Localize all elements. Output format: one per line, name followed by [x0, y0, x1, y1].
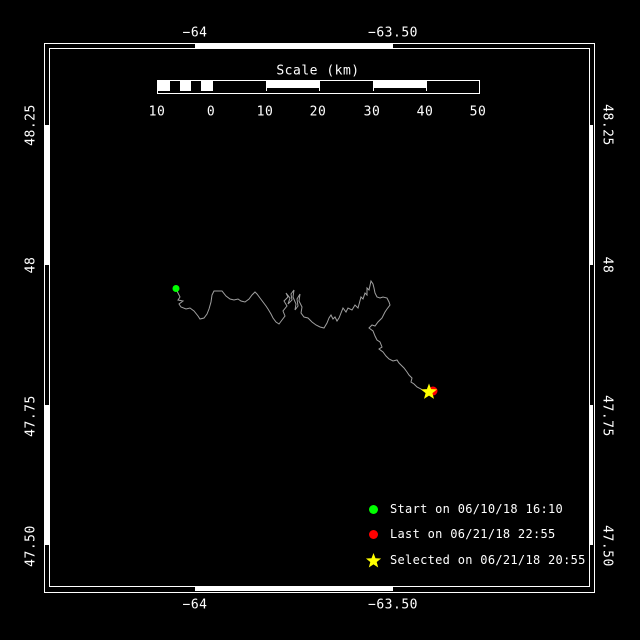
legend-item-start: Start on 06/10/18 16:10	[365, 501, 563, 517]
track-path	[175, 279, 429, 393]
last-legend-icon	[365, 526, 381, 542]
legend-star-shape	[365, 552, 381, 567]
start-legend-icon	[365, 501, 381, 517]
legend-last-label: Last on 06/21/18 22:55	[390, 527, 556, 541]
legend-item-selected: Selected on 06/21/18 20:55	[365, 552, 586, 568]
track-svg	[172, 279, 438, 399]
legend-selected-label: Selected on 06/21/18 20:55	[390, 553, 586, 567]
legend-start-label: Start on 06/10/18 16:10	[390, 502, 564, 516]
legend-star-svg	[365, 552, 381, 567]
selected-marker-star	[420, 383, 438, 399]
legend-item-last: Last on 06/21/18 22:55	[365, 526, 556, 542]
map-plot-window: −64 −63.50 −64 −63.50 48.25 48 47.75 47.…	[0, 0, 640, 640]
star-legend-icon	[365, 552, 381, 568]
start-marker	[172, 285, 180, 292]
